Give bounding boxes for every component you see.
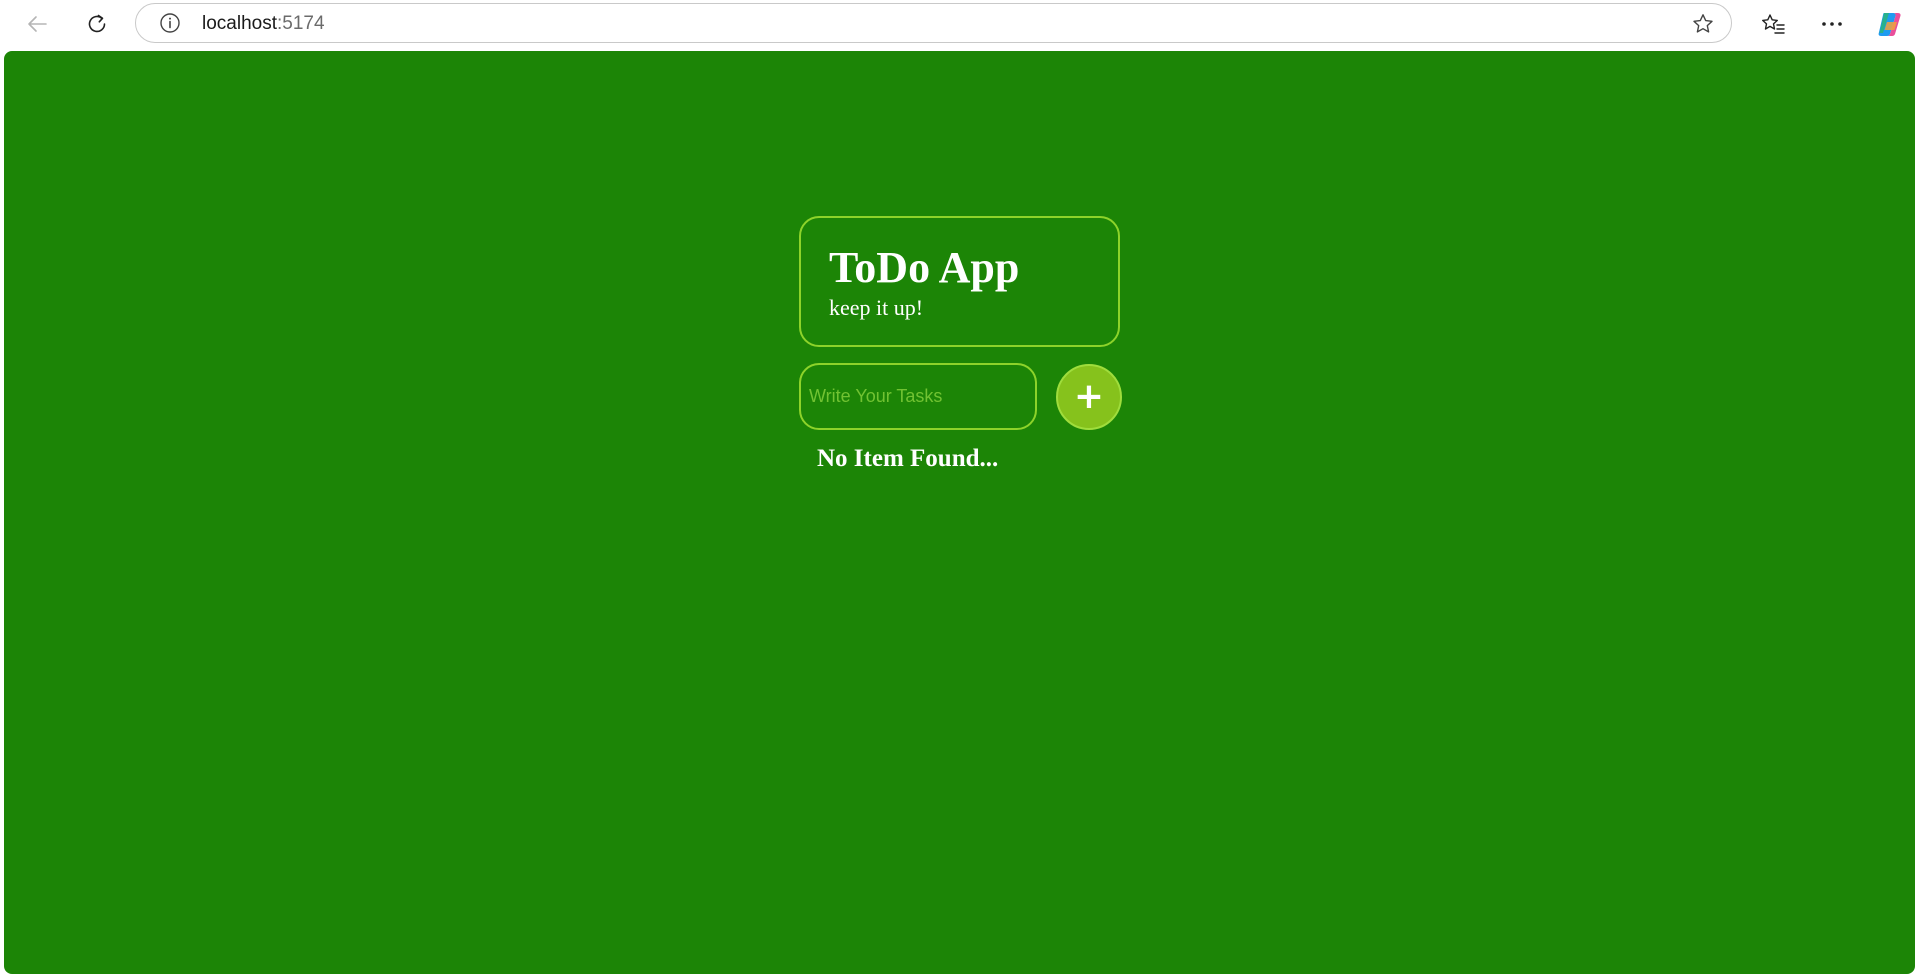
- header-card: ToDo App keep it up!: [799, 216, 1120, 347]
- add-task-button[interactable]: +: [1056, 364, 1122, 430]
- task-input[interactable]: [799, 363, 1037, 430]
- info-icon[interactable]: [159, 12, 181, 34]
- browser-toolbar: localhost:5174: [0, 0, 1919, 49]
- plus-icon: +: [1073, 376, 1105, 417]
- star-icon[interactable]: [1691, 12, 1715, 36]
- url-port: :5174: [277, 13, 325, 34]
- app-subtitle: keep it up!: [829, 295, 924, 320]
- favorites-icon: [1762, 14, 1785, 34]
- empty-list-message: No Item Found...: [817, 445, 999, 472]
- back-button[interactable]: [17, 4, 57, 44]
- app-title: ToDo App: [829, 243, 1020, 292]
- favorites-button[interactable]: [1753, 4, 1793, 44]
- url-host: localhost: [202, 13, 277, 34]
- more-dots-icon: [1822, 22, 1842, 26]
- url-text[interactable]: localhost:5174: [202, 14, 325, 34]
- page-viewport: ToDo App keep it up! + No Item Found...: [4, 51, 1915, 974]
- more-button[interactable]: [1812, 4, 1852, 44]
- copilot-icon: [1878, 13, 1901, 36]
- reload-icon: [88, 14, 106, 33]
- reload-button[interactable]: [77, 4, 117, 44]
- back-arrow-icon: [28, 16, 47, 32]
- address-bar[interactable]: localhost:5174: [135, 3, 1732, 43]
- copilot-button[interactable]: [1870, 4, 1910, 44]
